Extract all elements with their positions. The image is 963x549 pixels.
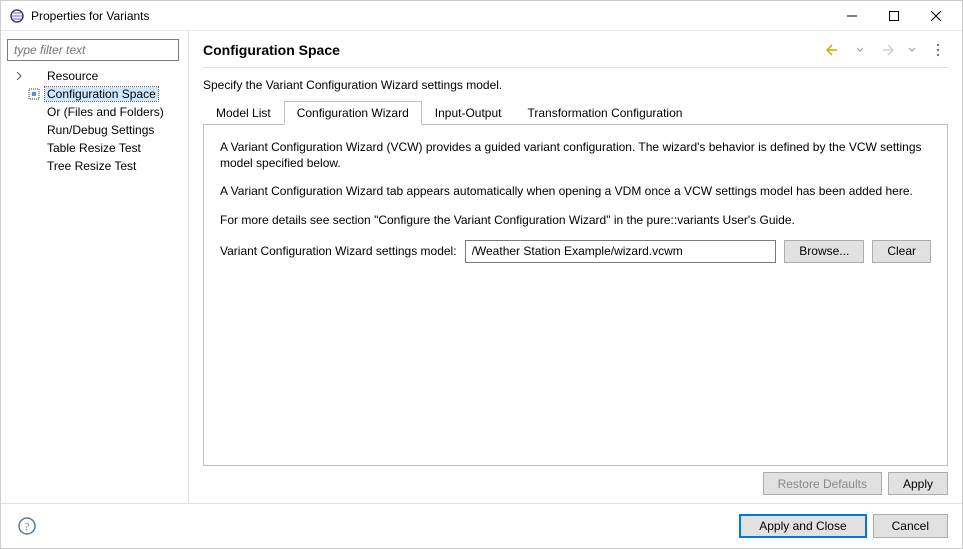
panel-text-1: A Variant Configuration Wizard (VCW) pro… xyxy=(220,139,931,171)
page-button-bar: Restore Defaults Apply xyxy=(203,466,948,495)
help-icon[interactable]: ? xyxy=(15,514,39,538)
blank-icon xyxy=(27,69,41,83)
tree-item-label: Resource xyxy=(45,69,100,83)
tab-label: Transformation Configuration xyxy=(527,106,682,120)
header-nav xyxy=(824,41,948,59)
window-controls xyxy=(840,4,948,28)
tree-item-run-debug[interactable]: Run/Debug Settings xyxy=(7,121,182,139)
cancel-button[interactable]: Cancel xyxy=(873,514,948,538)
eclipse-icon xyxy=(9,8,25,24)
tree-item-table-resize[interactable]: Table Resize Test xyxy=(7,139,182,157)
page-title: Configuration Space xyxy=(203,42,824,58)
tab-transformation-configuration[interactable]: Transformation Configuration xyxy=(514,101,695,125)
titlebar: Properties for Variants xyxy=(1,1,962,31)
minimize-button[interactable] xyxy=(840,4,864,28)
blank-icon xyxy=(13,88,25,100)
settings-model-row: Variant Configuration Wizard settings mo… xyxy=(220,240,931,263)
tree-item-or-files-folders[interactable]: Or (Files and Folders) xyxy=(7,103,182,121)
maximize-button[interactable] xyxy=(882,4,906,28)
back-button[interactable] xyxy=(824,41,844,59)
forward-button[interactable] xyxy=(876,41,896,59)
browse-button[interactable]: Browse... xyxy=(784,240,864,263)
panel-text-2: A Variant Configuration Wizard tab appea… xyxy=(220,183,931,199)
nav-tree: Resource Configuration Space Or (Files a… xyxy=(7,67,182,495)
tree-item-tree-resize[interactable]: Tree Resize Test xyxy=(7,157,182,175)
tab-input-output[interactable]: Input-Output xyxy=(422,101,515,125)
tree-item-label: Configuration Space xyxy=(45,87,158,101)
tree-item-label: Tree Resize Test xyxy=(45,159,138,173)
tree-item-configuration-space[interactable]: Configuration Space xyxy=(7,85,182,103)
svg-text:?: ? xyxy=(25,521,30,533)
tab-model-list[interactable]: Model List xyxy=(203,101,284,125)
tab-bar: Model List Configuration Wizard Input-Ou… xyxy=(203,100,948,125)
forward-dropdown-icon[interactable] xyxy=(902,41,922,59)
config-space-icon xyxy=(27,87,41,101)
page-header: Configuration Space xyxy=(203,41,948,68)
settings-model-label: Variant Configuration Wizard settings mo… xyxy=(220,244,457,258)
footer: ? Apply and Close Cancel xyxy=(1,503,962,548)
sidebar: Resource Configuration Space Or (Files a… xyxy=(1,31,189,503)
clear-button[interactable]: Clear xyxy=(872,240,931,263)
tree-item-label: Or (Files and Folders) xyxy=(45,105,166,119)
filter-input[interactable] xyxy=(7,39,179,61)
settings-model-input[interactable] xyxy=(465,240,777,263)
back-dropdown-icon[interactable] xyxy=(850,41,870,59)
tab-label: Input-Output xyxy=(435,106,502,120)
tree-item-resource[interactable]: Resource xyxy=(7,67,182,85)
tree-item-label: Run/Debug Settings xyxy=(45,123,156,137)
apply-button[interactable]: Apply xyxy=(888,472,948,495)
tab-configuration-wizard[interactable]: Configuration Wizard xyxy=(284,101,422,125)
panel-text-3: For more details see section "Configure … xyxy=(220,212,931,228)
main-panel: Configuration Space Specify the xyxy=(189,31,962,503)
menu-icon[interactable] xyxy=(928,41,948,59)
chevron-right-icon xyxy=(13,70,25,82)
tree-item-label: Table Resize Test xyxy=(45,141,143,155)
restore-defaults-button[interactable]: Restore Defaults xyxy=(763,472,882,495)
tab-label: Configuration Wizard xyxy=(297,106,409,120)
apply-and-close-button[interactable]: Apply and Close xyxy=(739,514,866,538)
dialog-body: Resource Configuration Space Or (Files a… xyxy=(1,31,962,503)
tab-panel: A Variant Configuration Wizard (VCW) pro… xyxy=(203,125,948,466)
tab-label: Model List xyxy=(216,106,271,120)
window-title: Properties for Variants xyxy=(31,9,840,23)
page-description: Specify the Variant Configuration Wizard… xyxy=(203,78,948,92)
close-button[interactable] xyxy=(924,4,948,28)
